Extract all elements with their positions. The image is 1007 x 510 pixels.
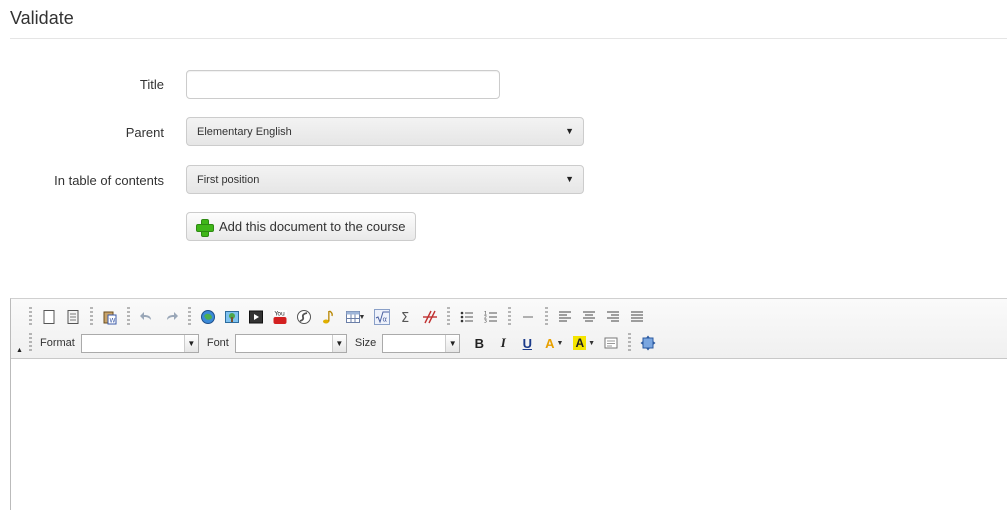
toc-select-value: First position: [197, 174, 260, 186]
format-label: Format: [40, 337, 75, 349]
link-icon[interactable]: [197, 307, 219, 327]
align-left-icon[interactable]: [554, 307, 576, 327]
chevron-down-icon: ▼: [183, 334, 198, 352]
graph-icon[interactable]: [419, 307, 441, 327]
chevron-down-icon: ▼: [565, 126, 574, 136]
chevron-down-icon: ▼: [445, 334, 460, 352]
title-divider: [10, 38, 1007, 39]
toolbar-row-1: W You ▼ α Σ 123: [25, 306, 648, 328]
chevron-down-icon: ▼: [358, 313, 366, 321]
rich-text-editor: W You ▼ α Σ 123 Format ▼ Font ▼ Size ▼ B…: [10, 298, 1007, 510]
source-icon[interactable]: [600, 333, 622, 353]
bg-color-glyph: A: [573, 336, 587, 350]
title-input[interactable]: [186, 70, 500, 99]
add-document-button[interactable]: Add this document to the course: [186, 212, 417, 241]
image-icon[interactable]: [221, 307, 243, 327]
toolbar-separator: [545, 307, 548, 327]
chevron-down-icon: ▼: [588, 339, 596, 347]
numbered-list-icon[interactable]: 123: [480, 307, 502, 327]
parent-select-value: Elementary English: [197, 126, 292, 138]
table-icon[interactable]: ▼: [341, 307, 369, 327]
align-center-icon[interactable]: [578, 307, 600, 327]
format-combo[interactable]: ▼: [80, 333, 199, 353]
add-document-button-label: Add this document to the course: [219, 219, 406, 234]
text-color-glyph: A: [545, 335, 555, 351]
new-page-icon[interactable]: [38, 307, 60, 327]
italic-button[interactable]: I: [492, 333, 514, 353]
title-label: Title: [139, 77, 164, 92]
undo-icon[interactable]: [136, 307, 158, 327]
toolbar-separator: [628, 333, 632, 353]
toolbar-separator: [188, 307, 191, 327]
size-combo[interactable]: ▼: [382, 333, 461, 353]
templates-icon[interactable]: [62, 307, 84, 327]
parent-label: Parent: [125, 125, 164, 140]
text-color-button[interactable]: A ▼: [540, 333, 568, 353]
chevron-down-icon: ▼: [331, 334, 346, 352]
paste-word-icon[interactable]: W: [99, 307, 121, 327]
editor-content-area[interactable]: [11, 359, 1007, 510]
svg-text:3: 3: [484, 319, 487, 325]
toolbar-separator: [127, 307, 130, 327]
collapse-toolbar-icon[interactable]: ▲: [16, 347, 23, 354]
svg-text:W: W: [110, 318, 116, 325]
parent-select[interactable]: Elementary English ▼: [186, 117, 584, 146]
toolbar-separator: [29, 307, 32, 327]
font-combo[interactable]: ▼: [234, 333, 347, 353]
svg-text:Σ: Σ: [401, 311, 409, 325]
bulleted-list-icon[interactable]: [456, 307, 478, 327]
align-right-icon[interactable]: [602, 307, 624, 327]
font-label: Font: [206, 337, 229, 349]
audio-icon[interactable]: [317, 307, 339, 327]
underline-button[interactable]: U: [516, 333, 538, 353]
toolbar-separator: [29, 333, 32, 353]
svg-text:α: α: [383, 316, 388, 324]
editor-toolbar: W You ▼ α Σ 123 Format ▼ Font ▼ Size ▼ B…: [11, 299, 1007, 359]
plus-icon: [195, 218, 214, 237]
video-icon[interactable]: [245, 307, 267, 327]
chevron-down-icon: ▼: [556, 339, 564, 347]
bg-color-button[interactable]: A ▼: [570, 333, 598, 353]
redo-icon[interactable]: [160, 307, 182, 327]
flash-icon[interactable]: [293, 307, 315, 327]
toolbar-row-2: Format ▼ Font ▼ Size ▼ B I U A ▼ A ▼: [25, 332, 659, 354]
justify-icon[interactable]: [626, 307, 648, 327]
toolbar-separator: [447, 307, 450, 327]
horizontal-rule-icon[interactable]: [517, 307, 539, 327]
toc-label: In table of contents: [54, 173, 164, 188]
toolbar-separator: [90, 307, 93, 327]
size-label: Size: [354, 337, 377, 349]
youtube-text: You: [274, 311, 286, 318]
page-title: Validate: [10, 8, 74, 28]
math-formula-icon[interactable]: α: [371, 307, 393, 327]
bold-button[interactable]: B: [468, 333, 490, 353]
chevron-down-icon: ▼: [565, 174, 574, 184]
sigma-icon[interactable]: Σ: [395, 307, 417, 327]
toc-select[interactable]: First position ▼: [186, 165, 584, 194]
youtube-icon[interactable]: You: [269, 307, 291, 327]
toolbar-separator: [508, 307, 511, 327]
maximize-icon[interactable]: [637, 333, 659, 353]
